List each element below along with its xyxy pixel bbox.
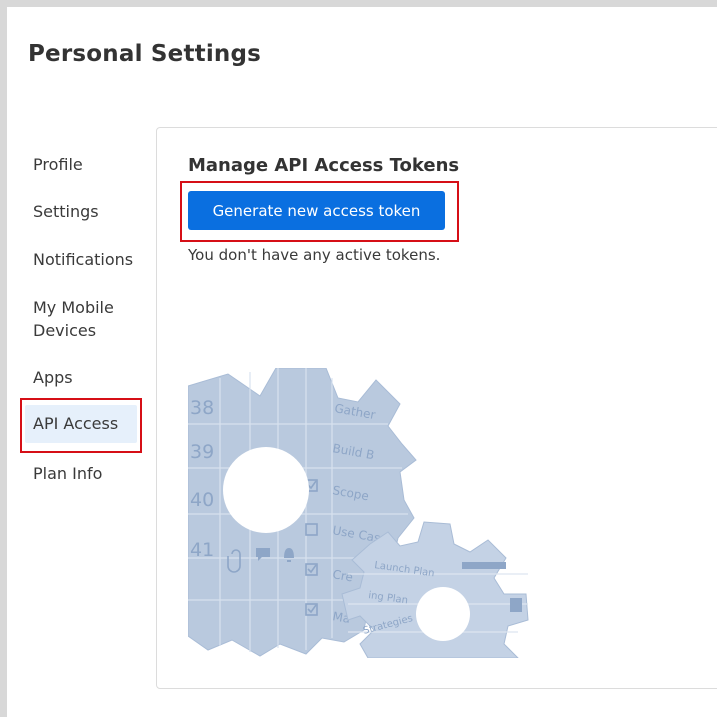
row-number-41: 41	[190, 539, 214, 561]
empty-tokens-message: You don't have any active tokens.	[188, 246, 441, 264]
progress-bar-shape	[462, 562, 506, 569]
row-number-39: 39	[190, 441, 214, 463]
sidebar-item-profile[interactable]: Profile	[25, 151, 137, 178]
gears-illustration: 38 39 40 41 Gather Build B Scope Use Cas…	[188, 368, 529, 658]
api-tokens-panel: Manage API Access Tokens Generate new ac…	[156, 127, 717, 689]
generate-token-button[interactable]: Generate new access token	[188, 191, 445, 230]
sidebar-item-apps[interactable]: Apps	[25, 364, 137, 391]
small-block-shape	[510, 598, 522, 612]
sidebar-item-my-mobile-devices[interactable]: My Mobile Devices	[25, 294, 137, 344]
row-number-38: 38	[190, 397, 214, 419]
sidebar-item-api-access[interactable]: API Access	[25, 405, 137, 443]
gear-hole	[223, 447, 309, 533]
sidebar-item-plan-info[interactable]: Plan Info	[25, 460, 137, 487]
panel-title: Manage API Access Tokens	[188, 155, 460, 176]
row-number-40: 40	[190, 489, 214, 511]
settings-window: Personal Settings Profile Settings Notif…	[7, 7, 717, 717]
sidebar-item-notifications[interactable]: Notifications	[25, 246, 137, 273]
small-gear-hole	[416, 587, 470, 641]
page-title: Personal Settings	[28, 41, 262, 67]
sidebar-item-settings[interactable]: Settings	[25, 198, 137, 225]
